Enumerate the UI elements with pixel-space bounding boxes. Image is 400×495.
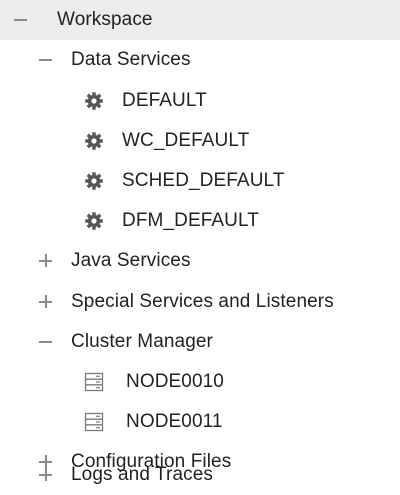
service-label: WC_DEFAULT [122, 130, 250, 151]
workspace-tree: Workspace Data Services DEFAULT WC_DEFAU… [0, 0, 400, 495]
tree-item-node[interactable]: NODE0010 [0, 362, 400, 402]
service-label: DEFAULT [122, 90, 207, 111]
gear-icon [85, 172, 103, 190]
minus-icon[interactable] [37, 333, 55, 351]
tree-node-cluster-manager[interactable]: Cluster Manager [0, 322, 400, 362]
node-label: NODE0010 [126, 371, 224, 392]
tree-node-logs-and-traces[interactable]: Logs and Traces [0, 455, 400, 495]
tree-node-label: Workspace [57, 9, 153, 30]
tree-node-label: Logs and Traces [71, 464, 213, 485]
node-label: NODE0011 [126, 411, 223, 432]
service-label: SCHED_DEFAULT [122, 170, 285, 191]
tree-node-java-services[interactable]: Java Services [0, 241, 400, 281]
plus-icon[interactable] [37, 252, 55, 270]
gear-icon [85, 212, 103, 230]
tree-node-label: Cluster Manager [71, 331, 213, 352]
tree-node-special-services[interactable]: Special Services and Listeners [0, 282, 400, 322]
gear-icon [85, 92, 103, 110]
plus-icon[interactable] [37, 466, 55, 484]
tree-item-service[interactable]: WC_DEFAULT [0, 121, 400, 161]
tree-item-service[interactable]: SCHED_DEFAULT [0, 161, 400, 201]
gear-icon [85, 132, 103, 150]
server-icon [84, 372, 104, 392]
minus-icon[interactable] [12, 11, 30, 29]
minus-icon[interactable] [37, 51, 55, 69]
tree-item-service[interactable]: DFM_DEFAULT [0, 201, 400, 241]
service-label: DFM_DEFAULT [122, 210, 259, 231]
tree-node-workspace[interactable]: Workspace [0, 0, 400, 40]
tree-node-label: Data Services [71, 49, 191, 70]
server-icon [84, 412, 104, 432]
tree-node-label: Java Services [71, 250, 191, 271]
tree-node-label: Special Services and Listeners [71, 291, 334, 312]
tree-item-node[interactable]: NODE0011 [0, 402, 400, 442]
tree-item-service[interactable]: DEFAULT [0, 81, 400, 121]
tree-node-data-services[interactable]: Data Services [0, 40, 400, 80]
plus-icon[interactable] [37, 293, 55, 311]
